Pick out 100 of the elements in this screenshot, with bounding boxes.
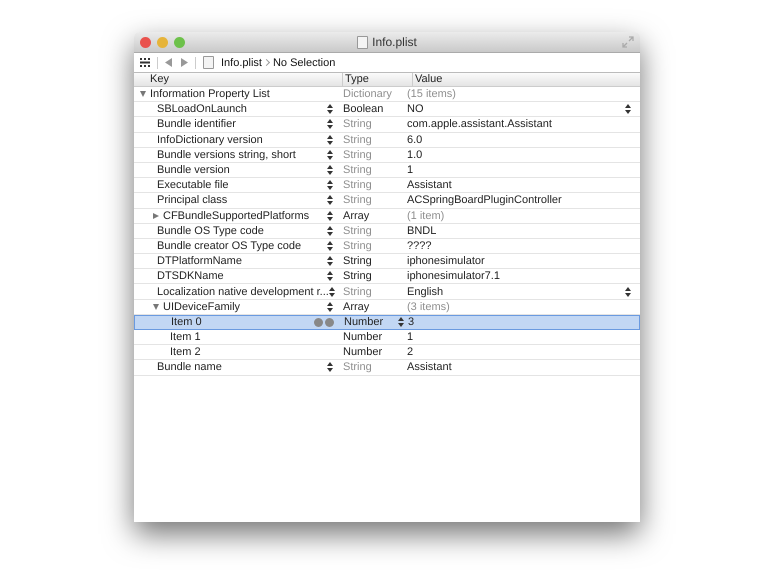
type-text: Number xyxy=(344,316,384,328)
stepper-icon[interactable] xyxy=(327,165,333,176)
stepper-icon[interactable] xyxy=(327,240,333,251)
key-text: Item 2 xyxy=(170,346,202,358)
table-row[interactable]: DTSDKName String iphonesimulator7.1 xyxy=(134,269,640,284)
table-row[interactable]: Item 1 Number 1 xyxy=(134,330,640,346)
stepper-icon[interactable] xyxy=(327,210,333,221)
value-text: English xyxy=(407,286,444,298)
value-text: BNDL xyxy=(407,224,438,237)
stepper-icon[interactable] xyxy=(328,286,335,297)
type-text: String xyxy=(343,118,372,130)
stepper-icon[interactable] xyxy=(327,104,333,114)
type-text: Number xyxy=(343,346,382,358)
table-row[interactable]: Localization native development r... String English xyxy=(134,284,640,300)
table-row[interactable]: DTPlatformName String iphonesimulator xyxy=(134,254,640,270)
key-text: SBLoadOnLaunch xyxy=(157,103,248,116)
type-text: Number xyxy=(343,331,382,344)
stepper-icon[interactable] xyxy=(398,317,404,328)
disclosure-triangle-icon[interactable] xyxy=(140,91,146,98)
type-text: String xyxy=(343,164,372,176)
key-text: InfoDictionary version xyxy=(157,134,264,146)
type-text: String xyxy=(343,361,372,374)
key-text: Bundle version xyxy=(157,164,231,176)
type-text: String xyxy=(343,240,372,252)
value-text: NO xyxy=(407,103,424,116)
value-text: com.apple.assistant.Assistant xyxy=(407,118,553,130)
value-text: iphonesimulator7.1 xyxy=(407,270,501,282)
value-text: Assistant xyxy=(407,361,453,374)
key-text: Item 0 xyxy=(171,316,203,328)
value-text: 3 xyxy=(408,316,416,328)
key-text: Executable file xyxy=(157,179,230,192)
column-header[interactable]: Value xyxy=(413,73,640,86)
breadcrumb-item[interactable]: No Selection xyxy=(272,56,336,68)
stepper-icon[interactable] xyxy=(327,150,333,160)
selected-row[interactable]: Item 0 Number 3 xyxy=(134,314,640,330)
table-row[interactable]: CFBundleSupportedPlatforms Array (1 item) xyxy=(134,208,640,224)
table-row[interactable]: Information Property List Dictionary (15 items) xyxy=(134,87,640,102)
key-text: Bundle creator OS Type code xyxy=(157,240,302,252)
column-header[interactable]: Type xyxy=(343,73,413,86)
value-text: (1 item) xyxy=(407,210,446,222)
disclosure-triangle-icon[interactable] xyxy=(153,212,159,219)
close-button[interactable] xyxy=(140,36,151,48)
type-text: Array xyxy=(343,300,370,313)
table-row[interactable]: Executable file String Assistant xyxy=(134,178,640,194)
value-text: 1 xyxy=(407,331,414,344)
type-text: Boolean xyxy=(343,103,384,116)
value-text: 2 xyxy=(407,346,414,358)
key-text: DTSDKName xyxy=(157,270,225,282)
back-icon[interactable] xyxy=(165,58,173,67)
key-text: Bundle versions string, short xyxy=(157,148,297,161)
value-text: iphonesimulator xyxy=(407,255,486,268)
table-row[interactable]: Bundle version String 1 xyxy=(134,162,640,178)
value-text: 1 xyxy=(407,164,414,176)
table-row[interactable]: Bundle OS Type code String BNDL xyxy=(134,224,640,239)
stepper-icon[interactable] xyxy=(327,180,333,190)
stepper-icon[interactable] xyxy=(327,362,333,372)
table-row[interactable]: Bundle name String Assistant xyxy=(134,360,640,376)
type-text: String xyxy=(343,194,372,206)
type-text: String xyxy=(343,255,372,268)
stepper-icon[interactable] xyxy=(327,119,333,130)
table-row[interactable]: Principal class String ACSpringBoardPluginController xyxy=(134,193,640,208)
type-text: Array xyxy=(343,210,370,222)
value-text: ACSpringBoardPluginController xyxy=(407,194,563,206)
table-row[interactable]: Bundle identifier String com.apple.assistant.Assistant xyxy=(134,117,640,133)
popup-stepper-icon[interactable] xyxy=(625,286,631,297)
breadcrumb-item[interactable]: Info.plist xyxy=(221,56,262,68)
popup-stepper-icon[interactable] xyxy=(625,104,631,114)
document-icon xyxy=(203,56,214,69)
type-text: String xyxy=(343,224,372,237)
key-text: UIDeviceFamily xyxy=(163,300,242,313)
key-text: Bundle name xyxy=(157,361,223,374)
type-text: String xyxy=(343,270,372,282)
value-text: 1.0 xyxy=(407,148,424,161)
table-row[interactable]: SBLoadOnLaunch Boolean NO xyxy=(134,102,640,118)
key-text: Localization native development r... xyxy=(157,286,329,298)
value-text: (3 items) xyxy=(407,300,451,313)
table-row[interactable]: Bundle creator OS Type code String ???? xyxy=(134,238,640,254)
key-text: Principal class xyxy=(157,194,228,206)
table-row[interactable]: Bundle versions string, short String 1.0 xyxy=(134,148,640,163)
key-text: Information Property List xyxy=(150,88,271,100)
stepper-icon[interactable] xyxy=(327,134,333,145)
stepper-icon[interactable] xyxy=(327,271,333,282)
type-text: String xyxy=(343,286,372,298)
key-text: CFBundleSupportedPlatforms xyxy=(163,210,310,222)
forward-icon[interactable] xyxy=(180,58,188,67)
table-row[interactable]: InfoDictionary version String 6.0 xyxy=(134,132,640,148)
window-title: Info.plist xyxy=(372,35,417,49)
stepper-icon[interactable] xyxy=(327,195,333,206)
stepper-icon[interactable] xyxy=(327,226,333,236)
type-text: String xyxy=(343,134,372,146)
type-text: Dictionary xyxy=(343,88,392,100)
grid-icon[interactable] xyxy=(140,58,150,67)
stepper-icon[interactable] xyxy=(327,302,333,312)
stepper-icon[interactable] xyxy=(327,256,333,266)
table-row[interactable]: Item 2 Number 2 xyxy=(134,345,640,360)
key-text: Item 1 xyxy=(170,331,202,344)
column-header[interactable]: Key xyxy=(134,73,343,86)
value-text: (15 items) xyxy=(407,88,457,100)
value-text: ???? xyxy=(407,240,432,252)
key-text: Bundle identifier xyxy=(157,118,237,130)
